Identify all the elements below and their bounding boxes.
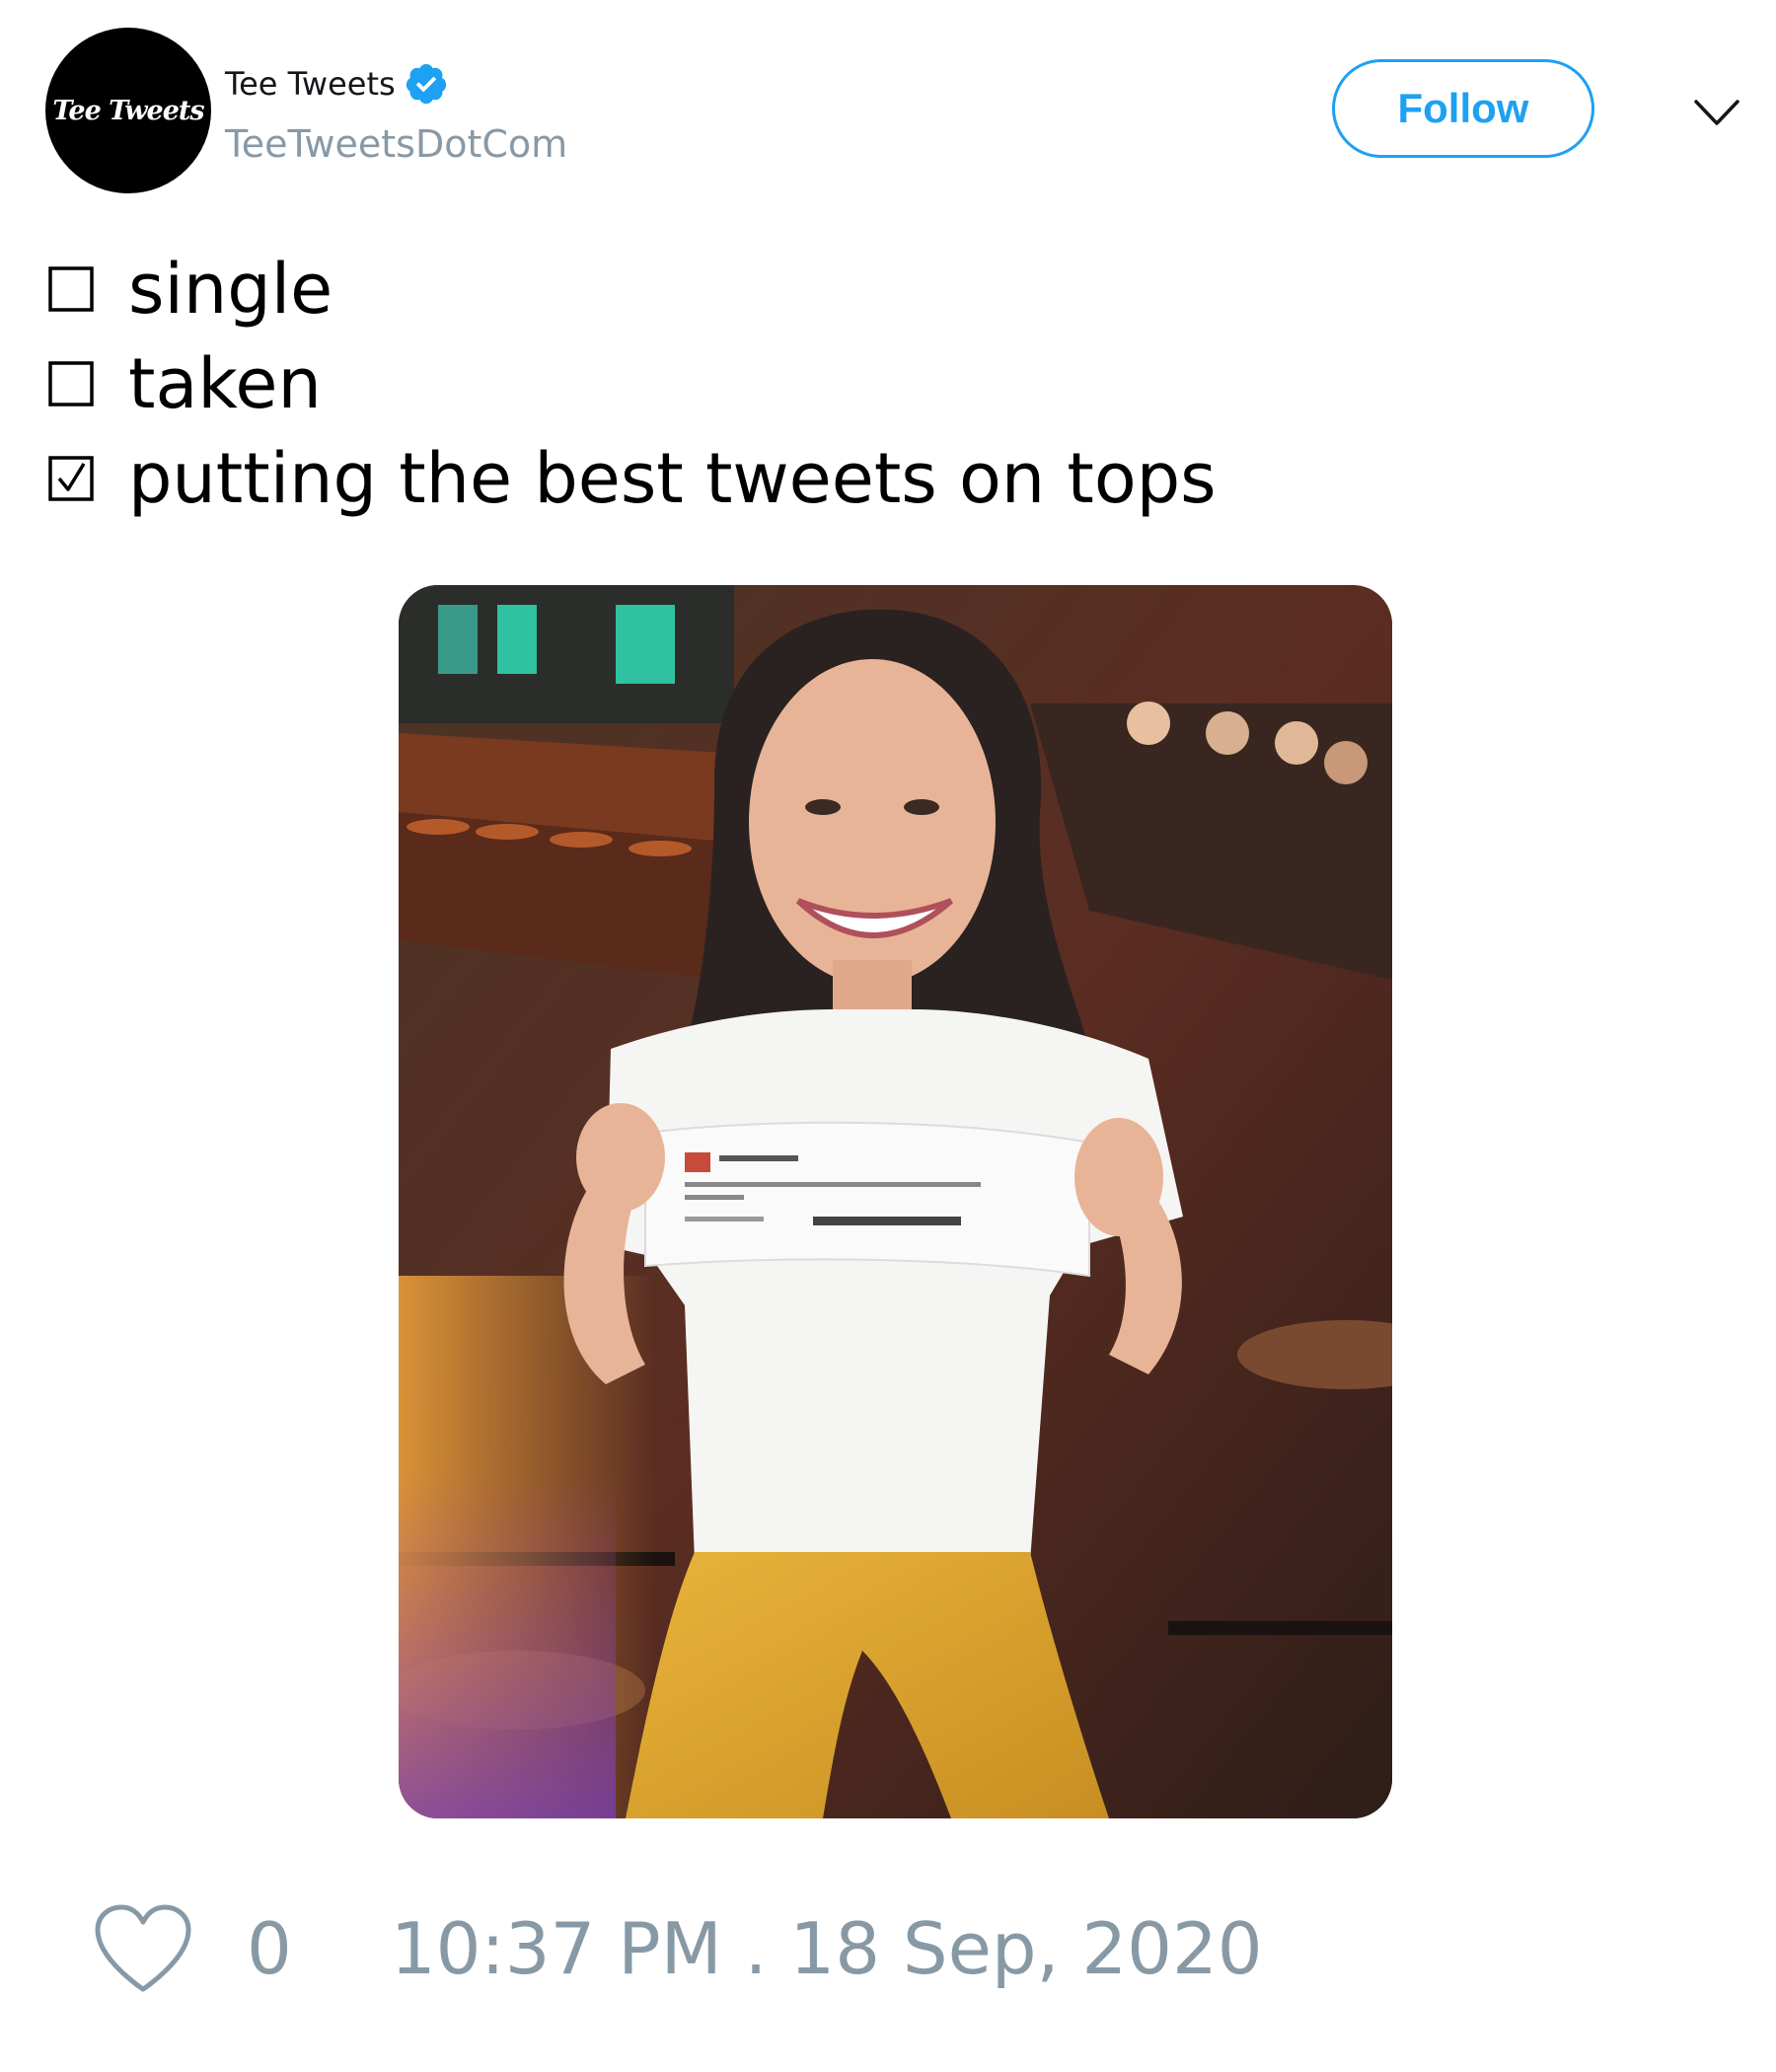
tweet-line-text: putting the best tweets on tops [128, 438, 1217, 519]
follow-button[interactable]: Follow [1332, 59, 1594, 158]
verified-badge-icon [406, 63, 446, 105]
display-name-row: Tee Tweets [225, 57, 567, 111]
empty-checkbox-icon [48, 266, 94, 312]
tweet-line-putting: putting the best tweets on tops [47, 431, 1217, 526]
tweet-footer: 0 10:37 PM . 18 Sep, 2020 [89, 1894, 1263, 2003]
more-options-button[interactable] [1691, 87, 1742, 138]
heart-outline-icon [95, 1904, 191, 1992]
tweet-line-taken: taken [47, 336, 1217, 431]
tweet-line-single: single [47, 242, 1217, 336]
tweet-timestamp[interactable]: 10:37 PM . 18 Sep, 2020 [391, 1907, 1263, 1990]
tweet-line-text: single [128, 249, 333, 330]
like-count: 0 [247, 1907, 292, 1990]
tweet-line-text: taken [128, 343, 322, 424]
empty-checkbox-icon [48, 361, 94, 407]
avatar-logo-text: Tee Tweets [52, 95, 204, 126]
like-button[interactable] [89, 1897, 197, 2000]
photo-illustration [399, 585, 1392, 1818]
author-handle[interactable]: TeeTweetsDotCom [225, 122, 567, 166]
author-avatar[interactable]: Tee Tweets [45, 28, 211, 193]
checked-checkbox-icon [48, 456, 94, 501]
chevron-down-icon [1694, 100, 1739, 125]
author-info: Tee Tweets TeeTweetsDotCom [225, 57, 567, 166]
tweet-text: single taken putting the best tweets on … [47, 242, 1217, 526]
author-display-name[interactable]: Tee Tweets [225, 65, 396, 103]
tweet-photo[interactable] [399, 585, 1392, 1818]
